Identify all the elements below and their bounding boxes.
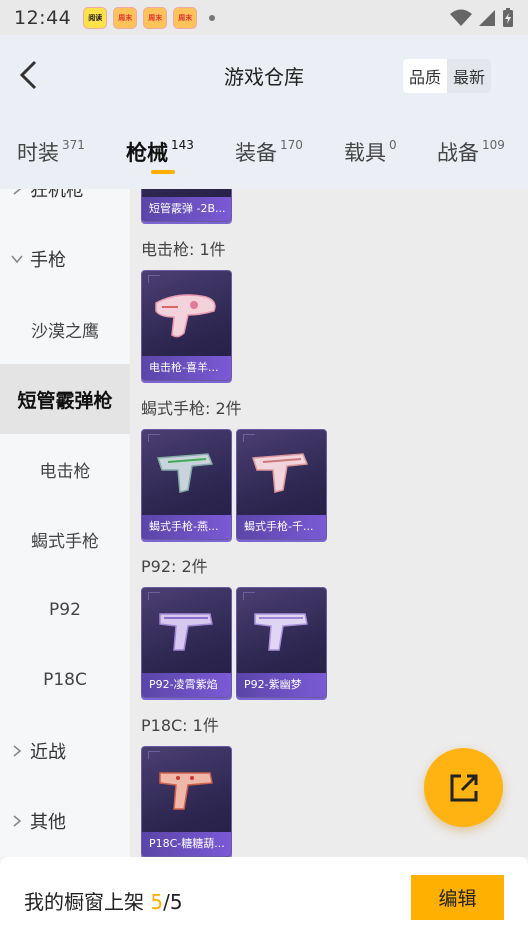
showcase-total-count: 5 [169, 890, 183, 914]
tab-fashion[interactable]: 时装 371 [17, 137, 85, 167]
edit-button[interactable]: 编辑 [411, 875, 504, 920]
showcase-label: 我的橱窗上架 [24, 890, 144, 914]
sidebar-item-label: 其他 [30, 812, 66, 833]
p92-pistol-icon [254, 613, 308, 651]
sidebar-item-melee[interactable]: 近战 [0, 716, 130, 786]
sidebar-item-pistol[interactable]: 手枪 [0, 224, 130, 294]
tab-count: 0 [389, 138, 397, 152]
sort-newest-button[interactable]: 最新 [447, 59, 491, 93]
section-title: 电击枪: 1件 [141, 240, 226, 259]
item-label: P92-紫幽梦 [237, 673, 326, 697]
p92-pistol-icon [159, 613, 213, 651]
showcase-separator: / [163, 890, 170, 914]
item-label: P18C-糖糖葫... [142, 832, 231, 856]
category-tabs: 时装 371 枪械 143 装备 170 载具 0 战备 109 [0, 115, 528, 189]
sidebar-item-scorpion[interactable]: 蝎式手枪 [0, 504, 130, 574]
signal-icon [479, 9, 495, 26]
section-title: P18C: 1件 [141, 716, 219, 735]
item-label: 电击枪-喜羊... [142, 356, 231, 380]
card-corner-decoration [148, 434, 160, 442]
card-corner-decoration [148, 275, 160, 283]
wifi-icon [450, 9, 472, 26]
scorpion-pistol-icon [251, 453, 309, 493]
card-corner-decoration [243, 592, 255, 600]
chevron-right-icon [10, 189, 24, 196]
showcase-current-count: 5 [150, 890, 164, 914]
tab-guns[interactable]: 枪械 143 [126, 137, 194, 167]
system-icons [450, 7, 514, 28]
card-corner-decoration [243, 434, 255, 442]
chevron-down-icon [10, 252, 24, 266]
app-notification-icon: 周末 [143, 6, 168, 29]
showcase-status: 我的橱窗上架 5/5 [24, 886, 183, 915]
scorpion-pistol-icon [156, 453, 214, 493]
sidebar-item-short-shotgun[interactable]: 短管霰弹枪 [0, 364, 130, 434]
app-notification-icon: 周末 [113, 6, 138, 29]
share-button[interactable] [424, 748, 503, 827]
notification-icons: 阅读 周末 周末 周末 [83, 6, 216, 29]
sidebar-item-label: 手枪 [30, 250, 66, 271]
stun-gun-icon [155, 294, 216, 338]
active-tab-indicator [151, 170, 175, 174]
item-card[interactable]: 蝎式手枪-燕... [141, 429, 232, 540]
sidebar-item-stun-gun[interactable]: 电击枪 [0, 434, 130, 504]
header: 游戏仓库 品质 最新 [0, 35, 528, 115]
tab-label: 载具 [344, 141, 386, 165]
sidebar-item-other[interactable]: 其他 [0, 786, 130, 856]
section-title: 蝎式手枪: 2件 [141, 399, 242, 418]
item-card[interactable]: 短管霰弹 -2B... [141, 189, 232, 222]
app-notification-icon: 阅读 [83, 6, 108, 29]
status-time: 12:44 [14, 6, 72, 29]
sidebar-item-desert-eagle[interactable]: 沙漠之鹰 [0, 294, 130, 364]
item-card[interactable]: P18C-糖糖葫... [141, 746, 232, 857]
item-label: P92-凌霄紫焰 [142, 673, 231, 697]
tab-label: 时装 [17, 141, 59, 165]
tab-label: 枪械 [126, 141, 168, 165]
tab-count: 371 [62, 138, 85, 152]
share-external-icon [450, 774, 477, 801]
card-corner-decoration [148, 592, 160, 600]
tab-supplies[interactable]: 战备 109 [437, 137, 505, 167]
chevron-right-icon [10, 814, 24, 828]
item-card[interactable]: P92-凌霄紫焰 [141, 587, 232, 698]
tab-count: 143 [171, 138, 194, 152]
item-label: 蝎式手枪-燕... [142, 515, 231, 539]
sort-toggle: 品质 最新 [403, 59, 492, 93]
item-label: 短管霰弹 -2B... [142, 197, 231, 221]
tab-label: 装备 [235, 141, 277, 165]
more-notifications-icon [209, 14, 216, 21]
section-title: P92: 2件 [141, 557, 208, 576]
sidebar: 狂机枪 手枪 沙漠之鹰 短管霰弹枪 电击枪 蝎式手枪 P92 P18C 近战 其… [0, 189, 130, 857]
card-corner-decoration [148, 751, 160, 759]
sidebar-item-label: 狂机枪 [30, 189, 84, 201]
tab-count: 109 [482, 138, 505, 152]
chevron-right-icon [10, 744, 24, 758]
status-bar: 12:44 阅读 周末 周末 周末 [0, 0, 528, 35]
item-label: 蝎式手枪-千... [237, 515, 326, 539]
sidebar-item-p92[interactable]: P92 [0, 575, 130, 645]
battery-icon [503, 7, 513, 27]
tab-count: 170 [280, 138, 303, 152]
p18c-pistol-icon [159, 772, 213, 810]
sidebar-item-p18c[interactable]: P18C [0, 645, 130, 715]
tab-vehicles[interactable]: 载具 0 [344, 137, 397, 167]
sidebar-item-label: 近战 [30, 742, 66, 763]
tab-label: 战备 [437, 141, 479, 165]
item-card[interactable]: 电击枪-喜羊... [141, 270, 232, 381]
item-card[interactable]: P92-紫幽梦 [236, 587, 327, 698]
tab-equipment[interactable]: 装备 170 [235, 137, 303, 167]
sidebar-item-machine-gun[interactable]: 狂机枪 [0, 189, 130, 224]
item-card[interactable]: 蝎式手枪-千... [236, 429, 327, 540]
sort-quality-button[interactable]: 品质 [403, 59, 448, 93]
app-notification-icon: 周末 [173, 6, 198, 29]
bottom-bar: 我的橱窗上架 5/5 编辑 [0, 857, 528, 939]
